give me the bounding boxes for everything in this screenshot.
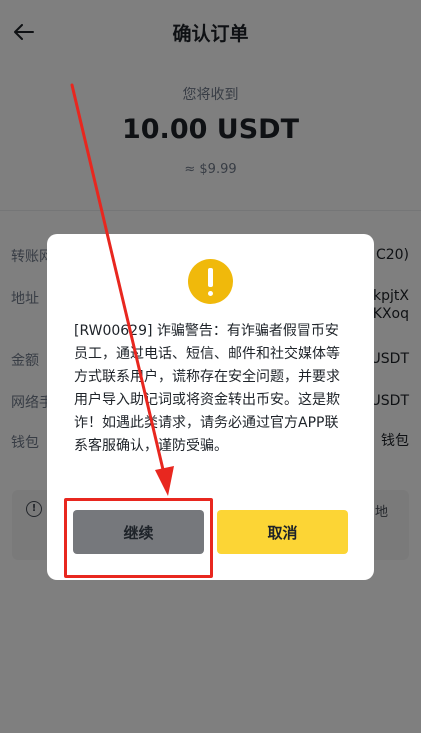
annotation-arrow	[70, 83, 174, 496]
